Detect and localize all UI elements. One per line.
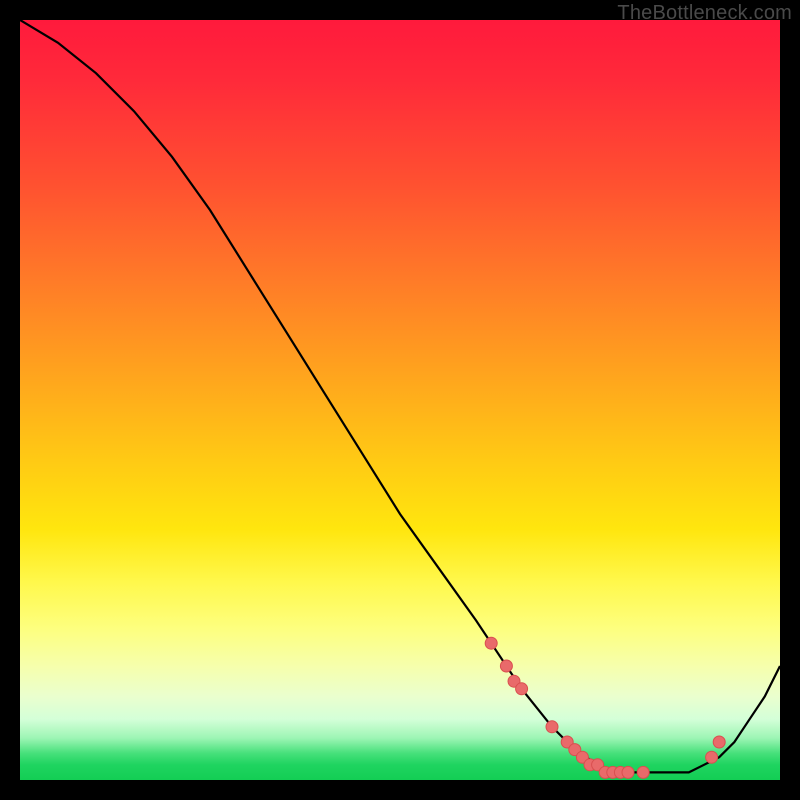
data-marker [485, 637, 497, 649]
data-marker [622, 766, 634, 778]
chart-frame: TheBottleneck.com [0, 0, 800, 800]
data-marker [500, 660, 512, 672]
data-marker [546, 721, 558, 733]
data-marker [516, 683, 528, 695]
data-marker [713, 736, 725, 748]
bottleneck-curve [20, 20, 780, 772]
chart-plot-area [20, 20, 780, 780]
data-marker [637, 766, 649, 778]
watermark-text: TheBottleneck.com [617, 2, 792, 25]
marker-group [485, 637, 725, 778]
chart-svg [20, 20, 780, 780]
data-marker [706, 751, 718, 763]
